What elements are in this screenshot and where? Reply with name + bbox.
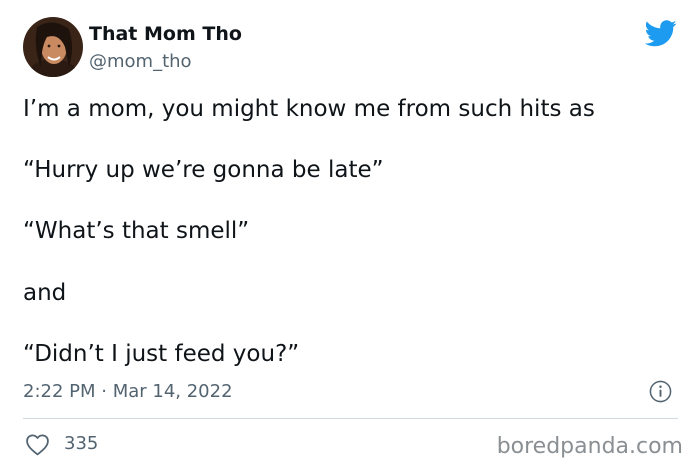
tweet-text-line: I’m a mom, you might know me from such h…	[23, 96, 595, 122]
tweet-text-line: “What’s that smell”	[23, 218, 250, 244]
twitter-bird-icon	[645, 20, 677, 47]
tweet-text-line: “Didn’t I just feed you?”	[23, 341, 300, 367]
tweet-text-line: and	[23, 280, 67, 306]
tweet-card: That Mom Tho @mom_tho I’m a mom, you mig…	[0, 0, 700, 471]
tweet-timestamp[interactable]: 2:22 PM · Mar 14, 2022	[23, 381, 233, 402]
author-handle[interactable]: @mom_tho	[89, 51, 192, 72]
info-icon[interactable]	[649, 380, 672, 403]
avatar[interactable]	[23, 17, 83, 77]
watermark: boredpanda.com	[496, 434, 683, 459]
author-display-name[interactable]: That Mom Tho	[89, 23, 242, 45]
like-count: 335	[64, 433, 99, 454]
divider	[23, 418, 678, 419]
tweet-text-line: “Hurry up we’re gonna be late”	[23, 157, 384, 183]
heart-icon[interactable]	[25, 433, 50, 456]
